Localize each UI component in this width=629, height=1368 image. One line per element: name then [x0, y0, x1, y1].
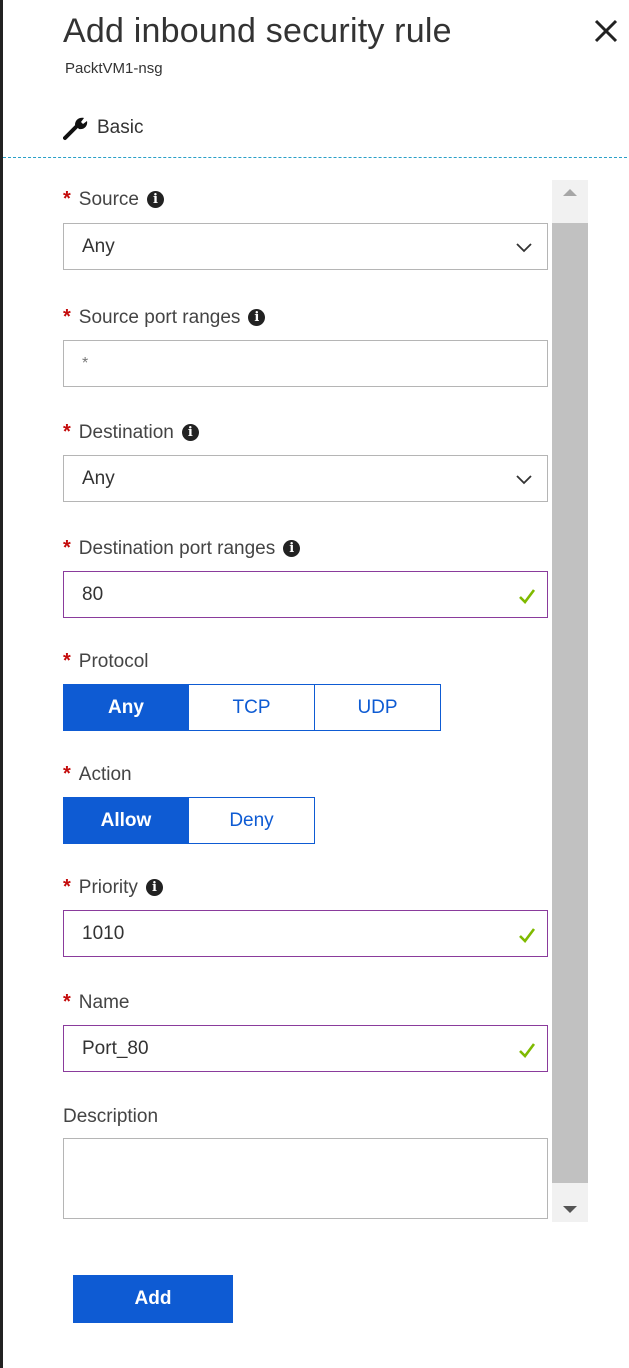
- rule-form: * Source i Any * Source port ranges i * …: [3, 0, 629, 1368]
- priority-value: 1010: [82, 922, 125, 944]
- source-label: * Source i: [63, 188, 164, 211]
- protocol-option-tcp[interactable]: TCP: [189, 684, 315, 731]
- checkmark-icon: [519, 589, 536, 604]
- destination-select[interactable]: Any: [63, 455, 548, 502]
- priority-label-text: Priority: [78, 876, 138, 898]
- destination-port-ranges-value: 80: [82, 583, 104, 605]
- chevron-down-icon: [516, 243, 532, 253]
- scroll-down-arrow-icon[interactable]: [552, 1196, 588, 1222]
- action-option-allow[interactable]: Allow: [63, 797, 189, 844]
- destination-label-text: Destination: [78, 421, 174, 443]
- destination-value: Any: [82, 467, 115, 489]
- protocol-label-text: Protocol: [78, 650, 149, 672]
- action-label: * Action: [63, 763, 132, 786]
- source-value: Any: [82, 235, 115, 257]
- priority-input[interactable]: 1010: [63, 910, 548, 957]
- info-icon[interactable]: i: [248, 309, 266, 326]
- protocol-toggle: Any TCP UDP: [63, 684, 441, 731]
- source-port-ranges-input[interactable]: *: [63, 340, 548, 387]
- source-port-ranges-label-text: Source port ranges: [78, 306, 241, 328]
- source-port-ranges-label: * Source port ranges i: [63, 306, 266, 329]
- destination-port-ranges-input[interactable]: 80: [63, 571, 548, 618]
- scroll-up-arrow-icon[interactable]: [552, 180, 588, 206]
- required-marker: *: [63, 876, 71, 898]
- description-label-text: Description: [63, 1106, 159, 1127]
- protocol-label: * Protocol: [63, 650, 149, 673]
- chevron-down-icon: [516, 475, 532, 485]
- required-marker: *: [63, 763, 71, 785]
- required-marker: *: [63, 421, 71, 443]
- required-marker: *: [63, 991, 71, 1013]
- add-button[interactable]: Add: [73, 1275, 233, 1323]
- name-input[interactable]: Port_80: [63, 1025, 548, 1072]
- required-marker: *: [63, 650, 71, 672]
- form-scrollbar[interactable]: [552, 180, 588, 1222]
- info-icon[interactable]: i: [145, 879, 163, 896]
- destination-port-ranges-label: * Destination port ranges i: [63, 537, 301, 560]
- source-port-ranges-value: *: [82, 354, 89, 372]
- required-marker: *: [63, 188, 71, 210]
- name-value: Port_80: [82, 1037, 149, 1059]
- priority-label: * Priority i: [63, 876, 163, 899]
- name-label: * Name: [63, 991, 129, 1014]
- checkmark-icon: [519, 1043, 536, 1058]
- checkmark-icon: [519, 928, 536, 943]
- required-marker: *: [63, 306, 71, 328]
- info-icon[interactable]: i: [283, 540, 301, 557]
- description-label: Description: [63, 1106, 158, 1128]
- name-label-text: Name: [78, 991, 130, 1013]
- protocol-option-any[interactable]: Any: [63, 684, 189, 731]
- required-marker: *: [63, 537, 71, 559]
- action-label-text: Action: [78, 763, 132, 785]
- destination-label: * Destination i: [63, 421, 199, 444]
- source-label-text: Source: [78, 188, 139, 210]
- description-textarea[interactable]: [63, 1138, 548, 1219]
- destination-port-ranges-label-text: Destination port ranges: [78, 537, 276, 559]
- protocol-option-udp[interactable]: UDP: [315, 684, 441, 731]
- info-icon[interactable]: i: [147, 191, 164, 208]
- info-icon[interactable]: i: [181, 424, 199, 441]
- scrollbar-thumb[interactable]: [552, 223, 588, 1183]
- add-inbound-rule-blade: Add inbound security rule PacktVM1-nsg B…: [0, 0, 629, 1368]
- action-toggle: Allow Deny: [63, 797, 315, 844]
- action-option-deny[interactable]: Deny: [189, 797, 315, 844]
- source-select[interactable]: Any: [63, 223, 548, 270]
